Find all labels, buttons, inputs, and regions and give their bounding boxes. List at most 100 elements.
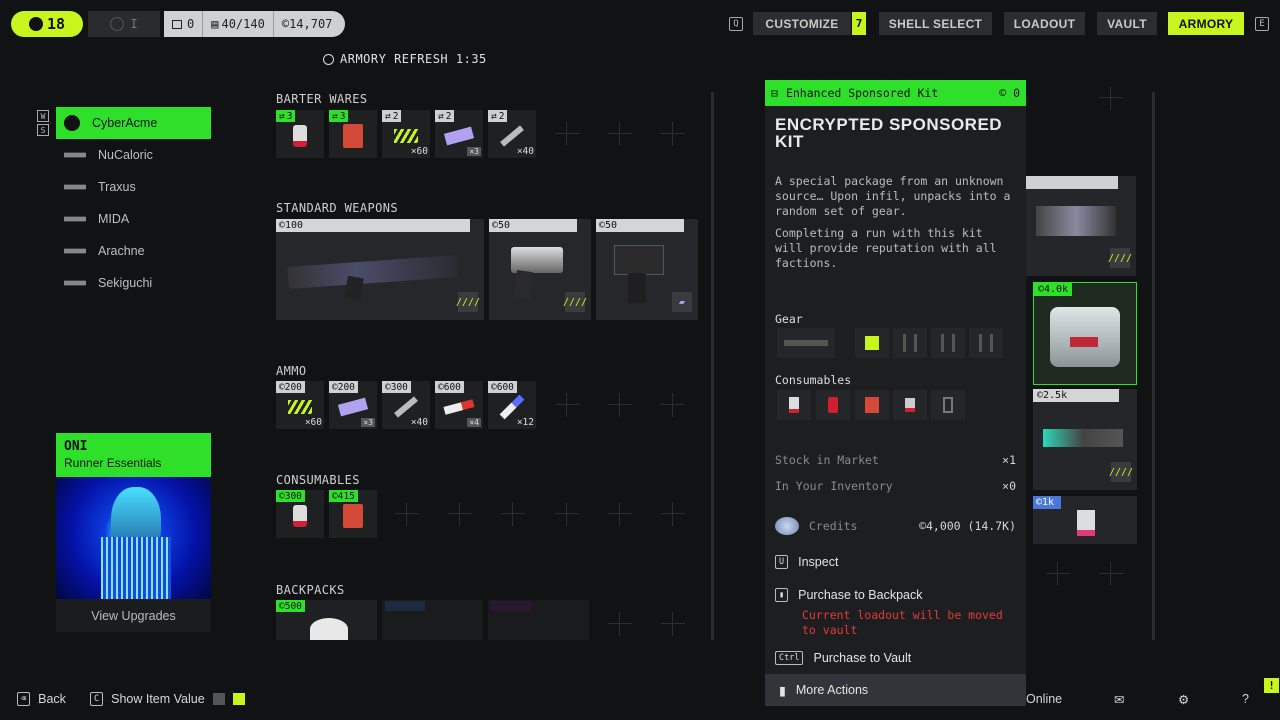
empty-slot xyxy=(608,393,632,417)
faction-sekiguchi[interactable]: Sekiguchi xyxy=(56,267,211,299)
empty-slot xyxy=(661,612,685,636)
barter-cost-tag: ⇄ 3 xyxy=(329,110,349,122)
market-item[interactable]: ©1k xyxy=(1033,496,1137,544)
gear-rifle-icon xyxy=(777,328,835,358)
gear-slot-icon xyxy=(893,328,927,358)
shotgun-shell-icon xyxy=(443,399,475,416)
item-quantity: ×12 xyxy=(516,417,534,428)
escape-key-icon: ⌫ xyxy=(17,692,31,706)
empty-slot xyxy=(1099,562,1123,586)
runner-card[interactable]: ONI Runner Essentials View Upgrades xyxy=(56,433,211,632)
nav-customize[interactable]: CUSTOMIZE xyxy=(753,12,851,35)
faction-cyberacme[interactable]: CyberAcme xyxy=(56,107,211,139)
empty-slot xyxy=(501,502,525,526)
ammo-item[interactable]: ©300 ×40 xyxy=(382,381,430,429)
barter-cost-tag: ⇄ 2 xyxy=(382,110,402,122)
consumable-item[interactable]: ©300 xyxy=(276,490,324,538)
ammo-item[interactable]: ©200 ×60 xyxy=(276,381,324,429)
scrollbar[interactable] xyxy=(711,92,714,640)
detail-header-label: Enhanced Sponsored Kit xyxy=(785,86,939,100)
ammo-item[interactable]: ©600 ×4 xyxy=(435,381,483,429)
backpack-item[interactable]: ©500 xyxy=(276,600,377,640)
show-item-value-toggle[interactable]: C Show Item Value xyxy=(90,692,245,706)
empty-slot xyxy=(608,122,632,146)
backpack-item-locked[interactable] xyxy=(488,600,589,640)
smg-icon xyxy=(614,245,664,275)
ammo-item[interactable]: ©200 ×3 xyxy=(329,381,377,429)
item-quantity: ×4 xyxy=(467,418,481,427)
backpack-item-locked[interactable] xyxy=(382,600,483,640)
mail-icon[interactable]: ✉ xyxy=(1114,692,1124,707)
barter-item[interactable]: ⇄ 3 xyxy=(329,110,377,158)
faction-mida[interactable]: MIDA xyxy=(56,203,211,235)
medkit-icon xyxy=(293,505,307,528)
help-icon[interactable]: ? xyxy=(1242,692,1249,706)
ammo-type-icon: //// xyxy=(456,292,480,312)
faction-nucaloric[interactable]: NuCaloric xyxy=(56,139,211,171)
inspect-action[interactable]: U Inspect xyxy=(775,555,838,569)
nav-vault[interactable]: VAULT xyxy=(1097,12,1157,35)
barter-item[interactable]: ⇄ 2 ×60 xyxy=(382,110,430,158)
token-icon xyxy=(172,19,182,29)
back-button[interactable]: ⌫ Back xyxy=(17,692,66,706)
consumables-label: Consumables xyxy=(775,373,852,387)
price-tag: ©100 xyxy=(276,219,470,232)
barter-item[interactable]: ⇄ 2 ×3 xyxy=(435,110,483,158)
level-value: 18 xyxy=(46,15,66,33)
barter-item[interactable]: ⇄ 2 ×40 xyxy=(488,110,536,158)
purchase-to-backpack-button[interactable]: ▮ Purchase to Backpack xyxy=(775,588,923,602)
implant-icon xyxy=(1077,510,1095,536)
empty-slot xyxy=(608,612,632,636)
market-item[interactable]: ©2.5k //// xyxy=(1033,389,1137,490)
credits-value: 14,707 xyxy=(289,17,333,31)
credits-label: Credits xyxy=(809,519,858,533)
level-badge[interactable]: 18 xyxy=(11,11,83,37)
ammo-item[interactable]: ©600 ×12 xyxy=(488,381,536,429)
purchase-to-vault-button[interactable]: Ctrl Purchase to Vault xyxy=(775,651,911,665)
item-description: A special package from an unknown source… xyxy=(775,174,1011,218)
price-tag: ©50 xyxy=(489,219,577,232)
nav-shell-select[interactable]: SHELL SELECT xyxy=(879,12,992,35)
runner-portrait xyxy=(56,477,211,599)
view-upgrades-button[interactable]: View Upgrades xyxy=(56,599,211,632)
weapon-item[interactable]: ©50 ▰ xyxy=(596,219,698,320)
credits-coin-icon xyxy=(775,517,799,535)
market-item[interactable]: //// xyxy=(1026,176,1136,276)
price-tag: ©1k xyxy=(1033,496,1061,509)
loadout-warning: Current loadout will be moved to vault xyxy=(802,608,1003,637)
faction-traxus[interactable]: Traxus xyxy=(56,171,211,203)
capacity-stat: ▤ 40/140 xyxy=(203,11,274,37)
rank-icon xyxy=(110,17,125,31)
stock-label: Stock in Market xyxy=(775,453,879,467)
weapon-item[interactable]: ©50 //// xyxy=(489,219,591,320)
consumable-item[interactable]: ©415 xyxy=(329,490,377,538)
inspect-label: Inspect xyxy=(798,555,839,569)
runner-subtitle: Runner Essentials xyxy=(64,456,162,470)
nav-loadout[interactable]: LOADOUT xyxy=(1004,12,1085,35)
settings-icon[interactable]: ⚙ xyxy=(1178,692,1189,707)
stock-value: ×1 xyxy=(1002,453,1016,467)
energy-cell-icon xyxy=(337,397,369,417)
faction-arachne[interactable]: Arachne xyxy=(56,235,211,267)
key-hint-c: C xyxy=(90,692,104,706)
empty-slot xyxy=(608,502,632,526)
empty-slot xyxy=(661,502,685,526)
more-actions-button[interactable]: ▮ More Actions xyxy=(765,674,1026,706)
scrollbar[interactable] xyxy=(1152,92,1155,640)
runner-name: ONI xyxy=(64,439,88,454)
energy-ammo-type-icon: ▰ xyxy=(672,292,692,312)
key-hint-ctrl: Ctrl xyxy=(775,651,804,665)
nav-armory[interactable]: ARMORY xyxy=(1168,12,1244,35)
launcher-icon xyxy=(1036,206,1116,236)
inventory-label: In Your Inventory xyxy=(775,479,893,493)
light-ammo-icon xyxy=(394,129,418,144)
traxus-icon xyxy=(64,184,86,190)
rank-badge[interactable]: I xyxy=(88,11,160,37)
stock-row: Stock in Market ×1 xyxy=(775,453,1016,467)
barter-item[interactable]: ⇄ 3 xyxy=(276,110,324,158)
weapon-item[interactable]: ©100 //// xyxy=(276,219,484,320)
market-item-selected[interactable]: ©4.0k xyxy=(1033,282,1137,385)
notification-icon[interactable]: ! xyxy=(1264,678,1279,693)
gear-slot-icon xyxy=(931,328,965,358)
section-title-consumables: CONSUMABLES xyxy=(276,473,360,487)
